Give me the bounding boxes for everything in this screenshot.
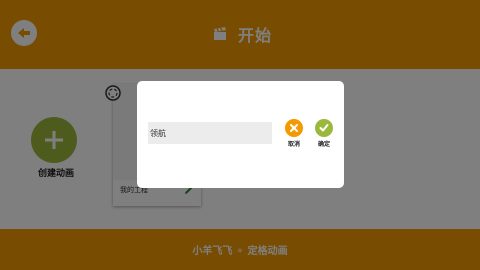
project-name-input[interactable] <box>148 122 272 144</box>
checkmark-icon <box>319 124 329 132</box>
cancel-button[interactable]: 取消 <box>283 119 305 148</box>
cancel-circle <box>285 119 303 137</box>
confirm-label: 确定 <box>317 141 330 148</box>
close-icon <box>290 124 298 132</box>
confirm-circle <box>315 119 333 137</box>
confirm-button[interactable]: 确定 <box>313 119 335 148</box>
cancel-label: 取消 <box>287 141 300 148</box>
rename-dialog: 取消 确定 <box>137 81 344 188</box>
